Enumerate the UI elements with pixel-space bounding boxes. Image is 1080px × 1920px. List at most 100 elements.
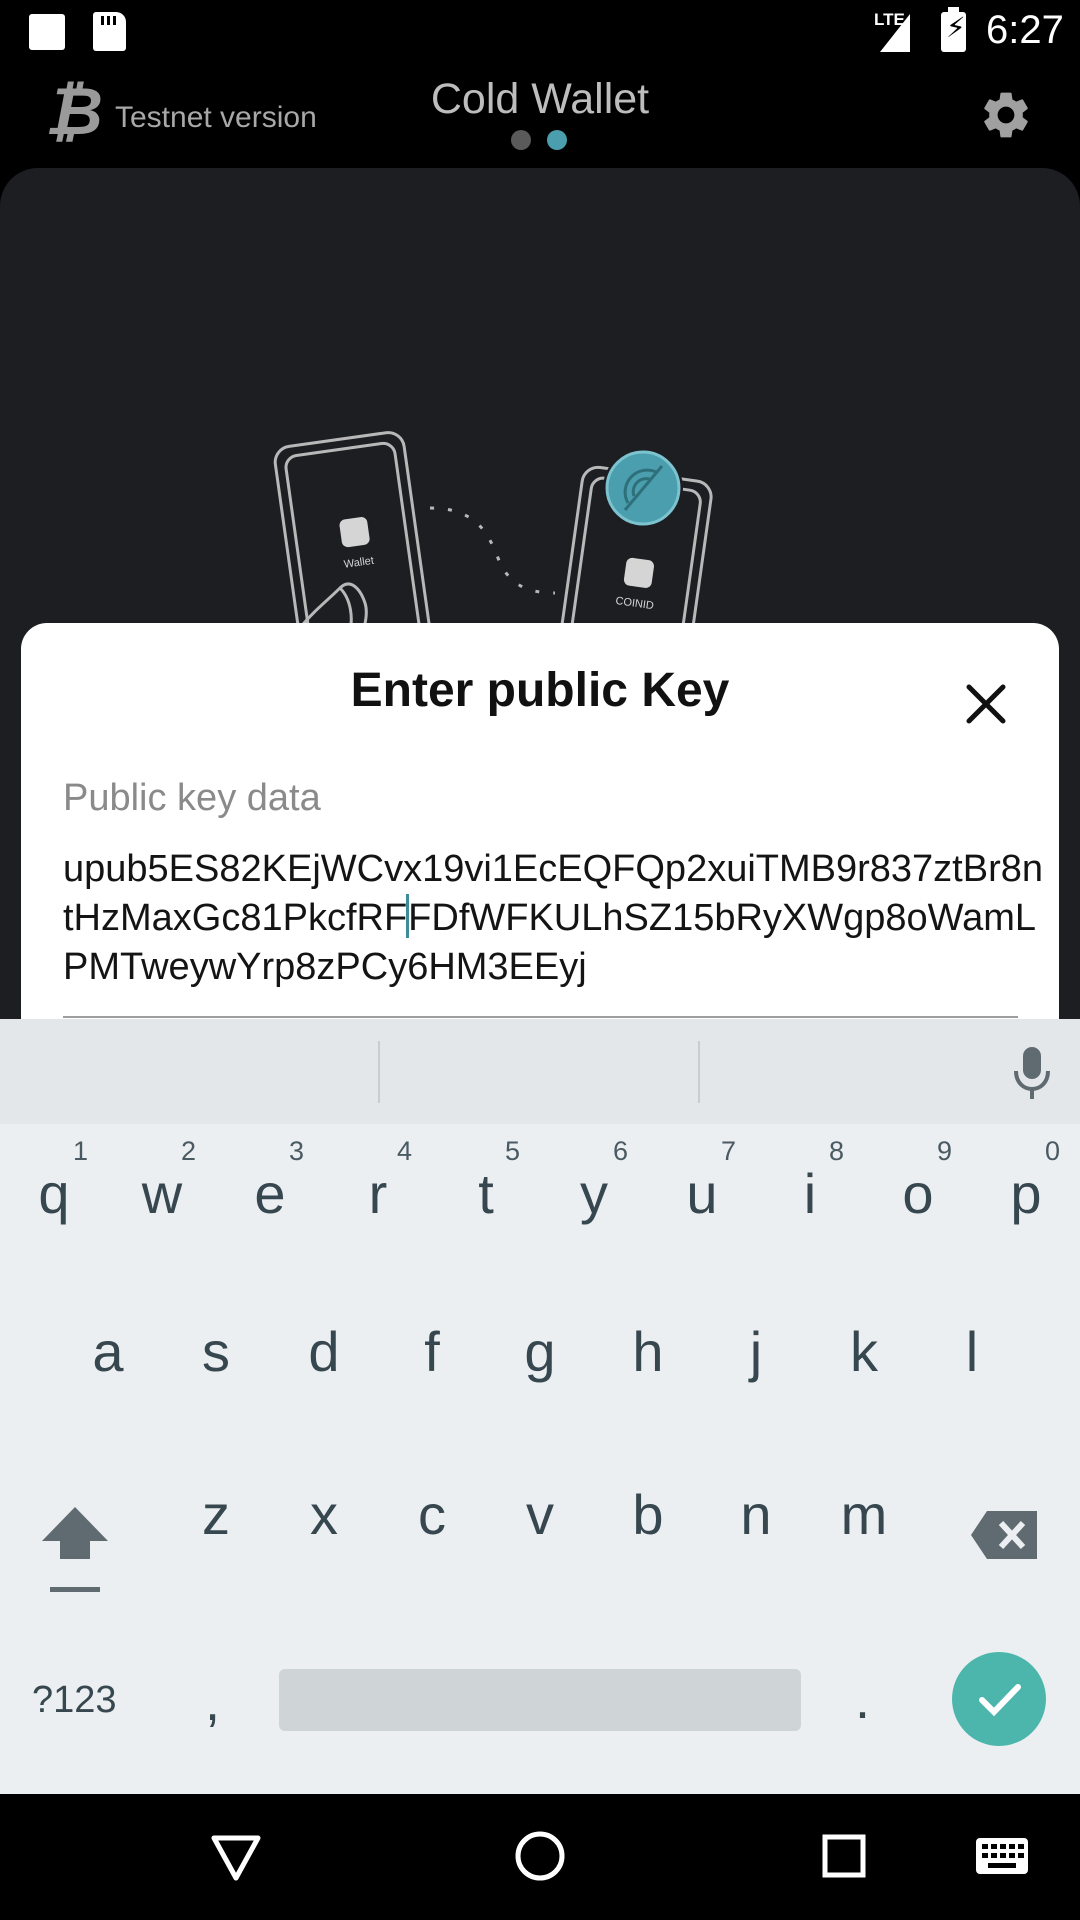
key-label: q	[38, 1162, 70, 1225]
navigation-bar	[0, 1794, 1080, 1920]
soft-keyboard: 1q2w3e4r5t6y7u8i9o0p asdfghjkl zxcvbnm ?…	[0, 1019, 1080, 1794]
key-label: m	[840, 1483, 888, 1546]
page-dot-1[interactable]	[511, 130, 531, 150]
key-hint: 2	[180, 1136, 196, 1166]
space-bar[interactable]	[279, 1669, 801, 1731]
key-label: s	[202, 1320, 230, 1383]
key-label: d	[308, 1320, 340, 1383]
key-l[interactable]: l	[918, 1274, 1026, 1404]
key-label: p	[1010, 1162, 1042, 1225]
key-z[interactable]: z	[162, 1437, 270, 1567]
key-x[interactable]: x	[270, 1437, 378, 1567]
app-bar: ₿ Testnet version Cold Wallet	[0, 63, 1080, 163]
close-icon[interactable]	[961, 679, 1011, 729]
key-v[interactable]: v	[486, 1437, 594, 1567]
key-c[interactable]: c	[378, 1437, 486, 1567]
suggestion-divider	[378, 1041, 380, 1103]
key-label: l	[965, 1320, 979, 1383]
key-label: o	[902, 1162, 934, 1225]
key-label: g	[524, 1320, 556, 1383]
key-u[interactable]: 7u	[648, 1124, 756, 1254]
right-phone-label: COINID	[615, 595, 655, 612]
recents-icon[interactable]	[822, 1834, 866, 1878]
key-r[interactable]: 4r	[324, 1124, 432, 1254]
key-t[interactable]: 5t	[432, 1124, 540, 1254]
page-indicator	[511, 130, 583, 155]
key-label: y	[580, 1162, 608, 1225]
key-label: a	[92, 1320, 124, 1383]
key-label: j	[749, 1320, 763, 1383]
key-label: n	[740, 1483, 772, 1546]
period-key[interactable]: .	[855, 1669, 870, 1731]
key-m[interactable]: m	[810, 1437, 918, 1567]
key-e[interactable]: 3e	[216, 1124, 324, 1254]
key-label: x	[310, 1483, 338, 1546]
symbols-key[interactable]: ?123	[32, 1679, 117, 1722]
key-hint: 4	[396, 1136, 412, 1166]
suggestion-divider	[698, 1041, 700, 1103]
key-label: f	[424, 1320, 440, 1383]
key-label: e	[254, 1162, 286, 1225]
key-y[interactable]: 6y	[540, 1124, 648, 1254]
public-key-input[interactable]: upub5ES82KEjWCvx19vi1EcEQFQp2xuiTMB9r837…	[63, 845, 1043, 992]
home-icon[interactable]	[514, 1830, 566, 1882]
key-label: z	[202, 1483, 230, 1546]
enter-button[interactable]	[952, 1652, 1046, 1746]
key-hint: 8	[828, 1136, 844, 1166]
key-o[interactable]: 9o	[864, 1124, 972, 1254]
key-k[interactable]: k	[810, 1274, 918, 1404]
key-label: t	[478, 1162, 494, 1225]
key-hint: 1	[72, 1136, 88, 1166]
notification-icon	[29, 14, 65, 50]
sd-card-icon	[93, 12, 126, 51]
key-g[interactable]: g	[486, 1274, 594, 1404]
key-label: w	[141, 1162, 183, 1225]
checkmark-icon	[979, 1684, 1021, 1717]
field-label: Public key data	[63, 777, 321, 819]
key-hint: 3	[288, 1136, 304, 1166]
back-icon[interactable]	[210, 1834, 262, 1882]
shift-icon[interactable]	[38, 1503, 112, 1598]
key-label: u	[686, 1162, 718, 1225]
status-bar: LTE ⚡ 6:27	[0, 0, 1080, 63]
key-p[interactable]: 0p	[972, 1124, 1080, 1254]
key-s[interactable]: s	[162, 1274, 270, 1404]
key-i[interactable]: 8i	[756, 1124, 864, 1254]
backspace-icon[interactable]	[969, 1509, 1039, 1561]
charging-icon: ⚡	[946, 12, 966, 43]
key-label: v	[526, 1483, 554, 1546]
microphone-icon[interactable]	[1012, 1045, 1052, 1101]
key-label: r	[368, 1162, 388, 1225]
key-label: b	[632, 1483, 664, 1546]
dialog-title: Enter public Key	[350, 664, 730, 717]
page-dot-2[interactable]	[547, 130, 567, 150]
clock: 6:27	[986, 8, 1064, 52]
key-hint: 5	[504, 1136, 520, 1166]
key-h[interactable]: h	[594, 1274, 702, 1404]
comma-key[interactable]: ,	[205, 1671, 220, 1733]
key-label: i	[803, 1162, 817, 1225]
page-title: Cold Wallet	[430, 75, 650, 123]
key-d[interactable]: d	[270, 1274, 378, 1404]
key-w[interactable]: 2w	[108, 1124, 216, 1254]
key-a[interactable]: a	[54, 1274, 162, 1404]
public-key-dialog: Enter public Key Public key data upub5ES…	[21, 623, 1059, 1043]
key-n[interactable]: n	[702, 1437, 810, 1567]
keyboard-switch-icon[interactable]	[974, 1836, 1030, 1876]
signal-icon	[880, 14, 910, 52]
left-phone-label: Wallet	[343, 555, 375, 571]
key-j[interactable]: j	[702, 1274, 810, 1404]
key-label: c	[418, 1483, 446, 1546]
input-underline	[63, 1016, 1018, 1018]
key-label: h	[632, 1320, 664, 1383]
key-hint: 9	[936, 1136, 952, 1166]
key-q[interactable]: 1q	[0, 1124, 108, 1254]
gear-icon[interactable]	[978, 87, 1034, 143]
key-label: k	[850, 1320, 878, 1383]
key-hint: 6	[612, 1136, 628, 1166]
key-f[interactable]: f	[378, 1274, 486, 1404]
key-b[interactable]: b	[594, 1437, 702, 1567]
key-hint: 7	[720, 1136, 736, 1166]
suggestion-strip	[0, 1019, 1080, 1124]
key-hint: 0	[1044, 1136, 1060, 1166]
